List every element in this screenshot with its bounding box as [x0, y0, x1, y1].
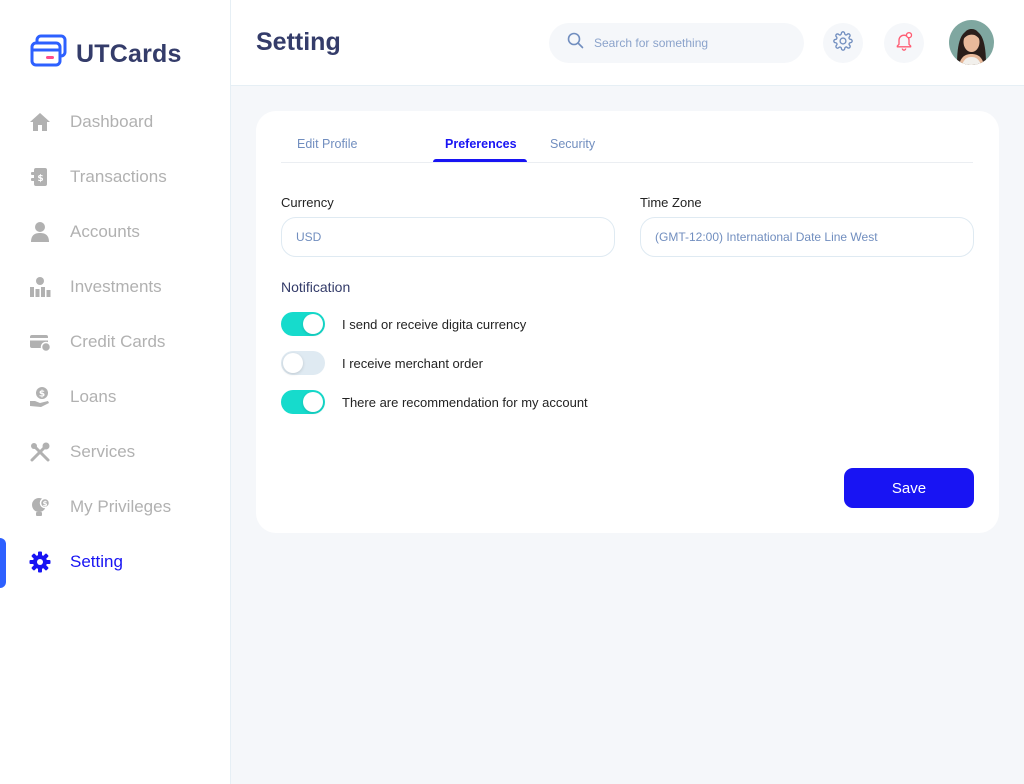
investment-icon	[29, 276, 51, 298]
tab-security[interactable]: Security	[550, 137, 595, 151]
logo-text: UTCards	[76, 39, 182, 68]
loan-icon: $	[29, 386, 51, 408]
sidebar-item-credit-cards[interactable]: Credit Cards	[0, 314, 231, 369]
toggle-label: I send or receive digita currency	[342, 316, 527, 332]
credit-card-icon	[29, 331, 51, 353]
search-input[interactable]	[594, 36, 784, 50]
svg-text:$: $	[39, 389, 45, 399]
gear-icon	[29, 551, 51, 573]
sidebar-item-label: Loans	[70, 386, 117, 406]
toggle-knob	[303, 314, 323, 334]
toggle-label: I receive merchant order	[342, 355, 483, 371]
currency-label: Currency	[281, 195, 334, 210]
sidebar: UTCards Dashboard $ Transactions Account…	[0, 0, 231, 784]
notification-option: I send or receive digita currency	[281, 312, 526, 336]
sidebar-item-label: Investments	[70, 276, 162, 296]
tab-preferences[interactable]: Preferences	[445, 137, 517, 151]
sidebar-item-setting[interactable]: Setting	[0, 534, 231, 589]
sidebar-item-label: Services	[70, 441, 136, 461]
tab-edit-profile[interactable]: Edit Profile	[297, 137, 357, 151]
privilege-icon: $	[29, 496, 51, 518]
sidebar-item-label: Setting	[70, 551, 123, 571]
user-icon	[29, 221, 51, 243]
save-button[interactable]: Save	[844, 468, 974, 508]
card-logo-icon	[30, 34, 67, 74]
currency-input[interactable]	[281, 217, 615, 257]
sidebar-item-label: Transactions	[70, 166, 167, 186]
toggle-knob	[303, 392, 323, 412]
sidebar-item-label: Accounts	[70, 221, 140, 241]
toggle-switch[interactable]	[281, 351, 325, 375]
settings-button[interactable]	[823, 23, 863, 63]
timezone-label: Time Zone	[640, 195, 702, 210]
sidebar-item-dashboard[interactable]: Dashboard	[0, 94, 231, 149]
notification-button[interactable]	[884, 23, 924, 63]
sidebar-item-accounts[interactable]: Accounts	[0, 204, 231, 259]
top-header: Setting	[231, 0, 1024, 86]
notification-option: I receive merchant order	[281, 351, 483, 375]
home-icon	[29, 111, 51, 133]
settings-tabs: Edit Profile Preferences Security	[281, 111, 973, 163]
notification-title: Notification	[281, 279, 351, 295]
sidebar-item-label: My Privileges	[70, 496, 172, 516]
sidebar-item-label: Credit Cards	[70, 331, 166, 351]
sidebar-nav: Dashboard $ Transactions Accounts Invest…	[0, 94, 231, 589]
sidebar-item-my-privileges[interactable]: $ My Privileges	[0, 479, 231, 534]
search-bar[interactable]	[549, 23, 804, 63]
transfer-icon: $	[29, 166, 51, 188]
toggle-switch[interactable]	[281, 312, 325, 336]
toggle-knob	[283, 353, 303, 373]
sidebar-item-label: Dashboard	[70, 111, 154, 131]
svg-text:$: $	[37, 174, 43, 184]
search-icon	[567, 32, 584, 54]
active-indicator	[0, 538, 6, 588]
page-title: Setting	[256, 28, 341, 56]
timezone-input[interactable]	[640, 217, 974, 257]
bell-icon	[894, 31, 914, 56]
settings-card: Edit Profile Preferences Security Curren…	[256, 111, 999, 533]
toggle-label: There are recommendation for my account	[342, 394, 588, 410]
sidebar-item-transactions[interactable]: $ Transactions	[0, 149, 231, 204]
notification-option: There are recommendation for my account	[281, 390, 588, 414]
service-icon	[29, 441, 51, 463]
gear-icon	[833, 30, 853, 56]
svg-text:$: $	[43, 500, 48, 508]
toggle-switch[interactable]	[281, 390, 325, 414]
logo[interactable]: UTCards	[30, 34, 182, 74]
active-tab-indicator	[433, 159, 527, 162]
user-avatar[interactable]	[949, 20, 994, 65]
sidebar-item-services[interactable]: Services	[0, 424, 231, 479]
sidebar-item-investments[interactable]: Investments	[0, 259, 231, 314]
sidebar-item-loans[interactable]: $ Loans	[0, 369, 231, 424]
